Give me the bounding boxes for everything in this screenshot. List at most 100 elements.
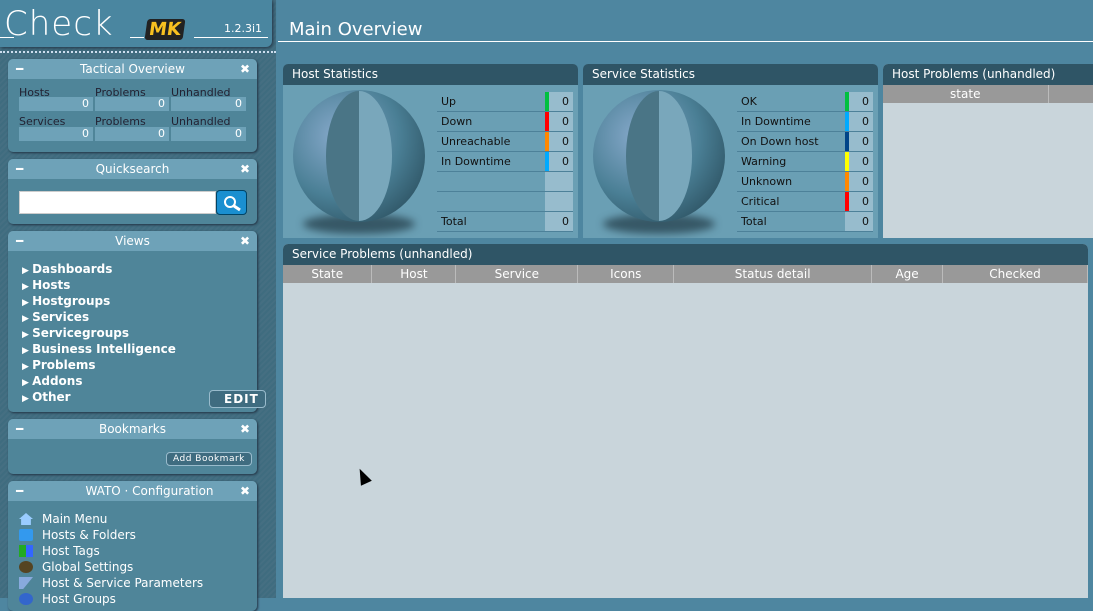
column-header-icons[interactable]: Icons [577, 265, 675, 283]
stat-row-empty [437, 172, 573, 192]
dashlet-title: Service Statistics [583, 64, 878, 85]
stat-row[interactable]: Up 0 [437, 92, 573, 112]
column-header-state[interactable]: state [883, 85, 1049, 103]
wato-host-tags[interactable]: Host Tags [8, 543, 257, 559]
wato-host-service-parameters[interactable]: Host & Service Parameters [8, 575, 257, 591]
logo-underline [130, 37, 144, 38]
column-header-checked[interactable]: Checked [942, 265, 1088, 283]
tac-services-value[interactable]: 0 [19, 127, 93, 141]
views-item-services[interactable]: ▶ Services [8, 310, 257, 326]
minimize-icon[interactable]: ━ [16, 481, 23, 501]
dashlet-title: Host Statistics [283, 64, 578, 85]
close-icon[interactable]: ✖ [240, 481, 250, 501]
stat-row[interactable]: Critical 0 [737, 192, 873, 212]
snapin-header[interactable]: ━ Tactical Overview ✖ [8, 59, 257, 79]
snapin-title: Quicksearch [95, 162, 170, 176]
menu-label: Hosts & Folders [42, 528, 136, 542]
triangle-right-icon: ▶ [22, 330, 33, 340]
stat-row[interactable]: On Down host 0 [737, 132, 873, 152]
search-button[interactable] [216, 190, 247, 215]
snapin-header[interactable]: ━ Bookmarks ✖ [8, 419, 257, 439]
dashlet-service-statistics: Service Statistics OK 0 In Downtime 0 On Dow… [583, 64, 878, 238]
wato-global-settings[interactable]: Global Settings [8, 559, 257, 575]
close-icon[interactable]: ✖ [240, 159, 250, 179]
stat-label: Unreachable [441, 135, 511, 148]
minimize-icon[interactable]: ━ [16, 59, 23, 79]
snapin-header[interactable]: ━ Quicksearch ✖ [8, 159, 257, 179]
snapin-header[interactable]: ━ Views ✖ [8, 231, 257, 251]
tac-service-problems-value[interactable]: 0 [95, 127, 169, 141]
logo-mk: MK [144, 19, 186, 40]
minimize-icon[interactable]: ━ [16, 419, 23, 439]
snapin-wato: ━ WATO · Configuration ✖ Main Menu Hosts &… [8, 481, 257, 611]
stat-row[interactable]: Unknown 0 [737, 172, 873, 192]
triangle-right-icon: ▶ [22, 266, 33, 276]
folder-icon [19, 529, 33, 541]
wato-hosts-folders[interactable]: Hosts & Folders [8, 527, 257, 543]
minimize-icon[interactable]: ━ [16, 231, 23, 251]
stat-total-row: Total 0 [737, 212, 873, 232]
column-header-service[interactable]: Service [455, 265, 579, 283]
edit-button[interactable]: EDIT [209, 390, 266, 408]
stat-row[interactable]: OK 0 [737, 92, 873, 112]
tac-hosts-value[interactable]: 0 [19, 97, 93, 111]
menu-label: Host Groups [42, 592, 116, 606]
host-globe-graphic[interactable] [293, 90, 425, 222]
service-globe-graphic[interactable] [593, 90, 725, 222]
logo-underline [194, 37, 268, 38]
stat-row[interactable]: Warning 0 [737, 152, 873, 172]
menu-label: Global Settings [42, 560, 134, 574]
column-header-state[interactable]: State [283, 265, 373, 283]
close-icon[interactable]: ✖ [240, 231, 250, 251]
tac-service-unhandled-value[interactable]: 0 [171, 127, 246, 141]
stat-label: Down [441, 115, 473, 128]
column-header [1048, 85, 1093, 103]
views-item-dashboards[interactable]: ▶ Dashboards [8, 262, 257, 278]
tac-host-unhandled-value[interactable]: 0 [171, 97, 246, 111]
wato-host-groups[interactable]: Host Groups [8, 591, 257, 607]
column-header-status-detail[interactable]: Status detail [673, 265, 873, 283]
snapin-header[interactable]: ━ WATO · Configuration ✖ [8, 481, 257, 501]
triangle-right-icon: ▶ [22, 394, 33, 404]
stat-value: 0 [549, 132, 573, 151]
stat-row[interactable]: In Downtime 0 [737, 112, 873, 132]
stat-row[interactable]: In Downtime 0 [437, 152, 573, 172]
stat-label: In Downtime [441, 155, 511, 168]
stat-value: 0 [849, 132, 873, 151]
stat-value: 0 [849, 112, 873, 131]
stat-label: Up [441, 95, 457, 108]
version-label: 1.2.3i1 [223, 22, 262, 35]
triangle-right-icon: ▶ [22, 378, 33, 388]
stat-row[interactable]: Down 0 [437, 112, 573, 132]
add-bookmark-button[interactable]: Add Bookmark [166, 452, 252, 466]
column-header-host[interactable]: Host [371, 265, 457, 283]
stat-label: On Down host [741, 135, 819, 148]
tac-host-problems-value[interactable]: 0 [95, 97, 169, 111]
views-item-servicegroups[interactable]: ▶ Servicegroups [8, 326, 257, 342]
views-item-hosts[interactable]: ▶ Hosts [8, 278, 257, 294]
stat-value: 0 [849, 92, 873, 111]
snapin-title: Tactical Overview [80, 62, 185, 76]
stat-value: 0 [849, 172, 873, 191]
views-item-addons[interactable]: ▶ Addons [8, 374, 257, 390]
views-item-problems[interactable]: ▶ Problems [8, 358, 257, 374]
quicksearch-input[interactable] [19, 191, 216, 214]
views-item-label: Services [32, 310, 90, 324]
column-header-age[interactable]: Age [871, 265, 944, 283]
sidebar: Check MK 1.2.3i1 ━ Tactical Overview ✖ Hos… [0, 0, 276, 611]
wato-main-menu[interactable]: Main Menu [8, 511, 257, 527]
stat-label: In Downtime [741, 115, 811, 128]
dashlet-title: Service Problems (unhandled) [283, 244, 1088, 265]
views-item-business-intelligence[interactable]: ▶ Business Intelligence [8, 342, 257, 358]
stat-label: Total [441, 215, 467, 228]
home-icon [19, 513, 33, 525]
minimize-icon[interactable]: ━ [16, 159, 23, 179]
close-icon[interactable]: ✖ [240, 59, 250, 79]
divider [0, 51, 276, 53]
views-item-hostgroups[interactable]: ▶ Hostgroups [8, 294, 257, 310]
views-item-label: Problems [32, 358, 96, 372]
stat-row[interactable]: Unreachable 0 [437, 132, 573, 152]
checkmk-logo[interactable]: Check MK 1.2.3i1 [0, 0, 272, 47]
close-icon[interactable]: ✖ [240, 419, 250, 439]
stat-label: Total [741, 215, 767, 228]
